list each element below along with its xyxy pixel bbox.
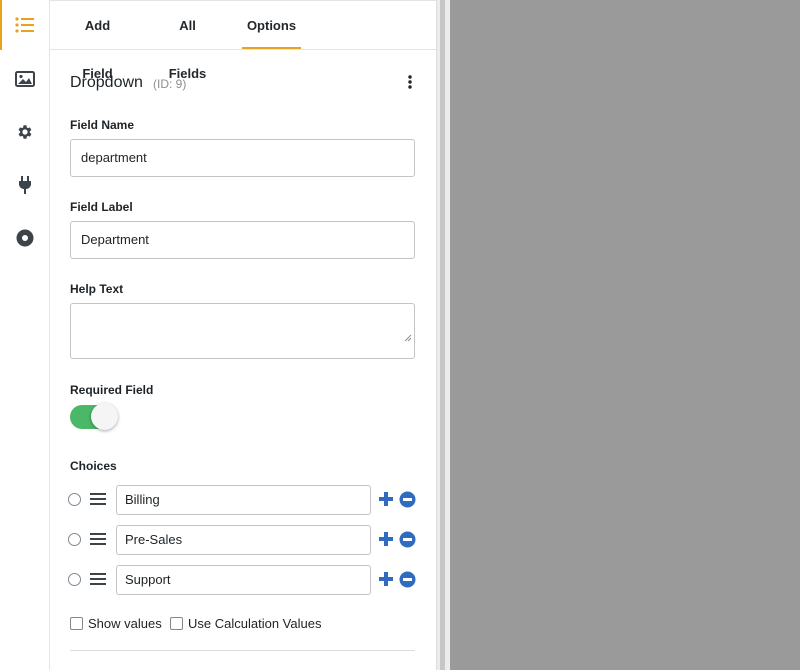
icon-rail [0, 0, 50, 670]
splitter-edge [436, 0, 437, 670]
choice-input[interactable]: Billing [116, 485, 371, 515]
use-calculation-values-checkbox[interactable] [170, 617, 183, 630]
rail-item-integrations[interactable] [0, 160, 50, 210]
choice-row: Billing [68, 485, 418, 515]
field-id-label: (ID: 9) [153, 77, 187, 91]
field-type-title: Dropdown [70, 74, 143, 91]
drag-handle-icon[interactable] [90, 532, 106, 551]
rail-item-fields[interactable] [0, 0, 50, 50]
section-divider [70, 650, 415, 651]
rail-item-entries[interactable] [0, 213, 50, 263]
field-name-label: Field Name [70, 118, 135, 132]
use-calculation-values-label: Use Calculation Values [188, 616, 322, 631]
use-calculation-values-option[interactable]: Use Calculation Values [170, 616, 321, 631]
remove-choice-minus-icon[interactable] [399, 491, 416, 513]
choice-input[interactable]: Pre-Sales [116, 525, 371, 555]
choices-label: Choices [70, 459, 117, 473]
resize-grip-icon[interactable] [404, 320, 412, 356]
tab-add-field[interactable]: Add Field [70, 2, 125, 81]
add-choice-plus-icon[interactable] [378, 531, 394, 552]
field-menu-button[interactable] [400, 74, 420, 94]
choice-default-radio[interactable] [68, 533, 81, 546]
form-preview-area [450, 0, 800, 670]
field-name-input[interactable]: department [70, 139, 415, 177]
choice-row: Pre-Sales [68, 525, 418, 555]
kebab-menu-icon [408, 74, 412, 94]
help-text-textarea[interactable] [70, 303, 415, 359]
add-choice-plus-icon[interactable] [378, 571, 394, 592]
drag-handle-icon[interactable] [90, 572, 106, 591]
show-values-checkbox[interactable] [70, 617, 83, 630]
choice-default-radio[interactable] [68, 493, 81, 506]
panel-resize-handle[interactable] [436, 0, 450, 670]
rail-item-media[interactable] [0, 54, 50, 104]
add-choice-plus-icon[interactable] [378, 491, 394, 512]
panel-tabs: Add Field All Fields Options [50, 0, 436, 81]
required-field-toggle[interactable] [70, 403, 118, 431]
required-field-label: Required Field [70, 383, 154, 397]
splitter-bar [440, 0, 445, 670]
show-values-label: Show values [88, 616, 162, 631]
record-icon [16, 229, 34, 247]
rail-item-settings[interactable] [0, 107, 50, 157]
image-icon [15, 71, 35, 87]
plug-icon [17, 175, 33, 195]
field-label-input[interactable]: Department [70, 221, 415, 259]
toggle-knob [91, 403, 118, 430]
choice-input[interactable]: Support [116, 565, 371, 595]
gear-icon [16, 123, 34, 141]
remove-choice-minus-icon[interactable] [399, 531, 416, 553]
tab-options[interactable]: Options [242, 2, 301, 49]
field-options-panel: Add Field All Fields Options Dropdown (I… [50, 0, 436, 670]
remove-choice-minus-icon[interactable] [399, 571, 416, 593]
field-label-label: Field Label [70, 200, 133, 214]
help-text-label: Help Text [70, 282, 124, 296]
list-icon [15, 17, 35, 33]
tab-all-fields[interactable]: All Fields [160, 2, 215, 81]
choice-default-radio[interactable] [68, 573, 81, 586]
drag-handle-icon[interactable] [90, 492, 106, 511]
show-values-option[interactable]: Show values [70, 616, 162, 631]
choice-row: Support [68, 565, 418, 595]
